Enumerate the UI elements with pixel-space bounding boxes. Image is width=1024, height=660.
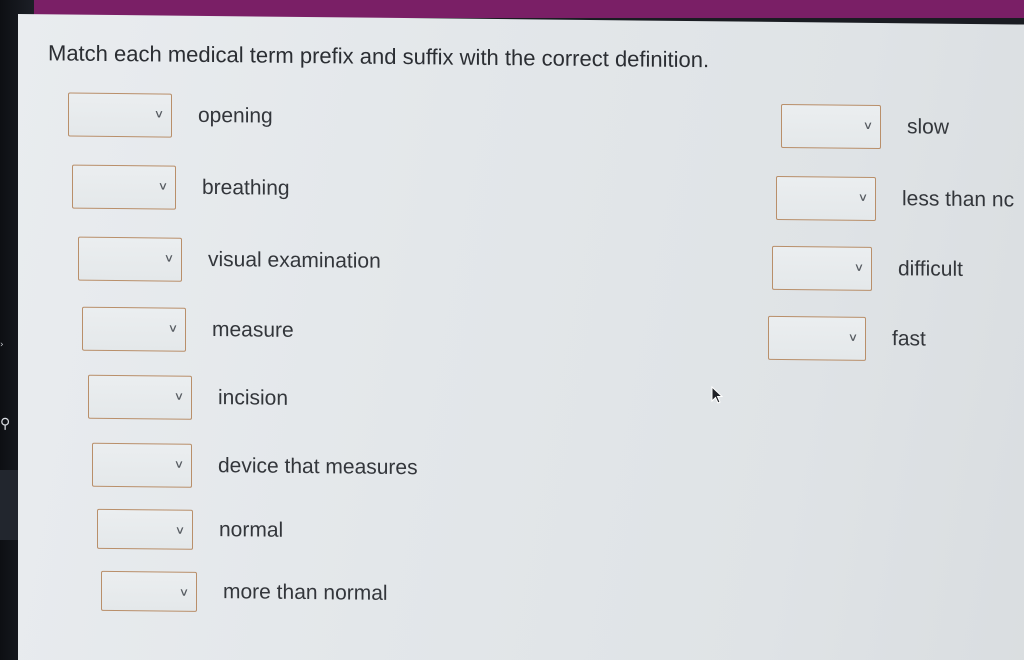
chevron-down-icon: ∨: [862, 118, 874, 132]
definition-label: visual examination: [208, 247, 381, 273]
chevron-down-icon: ∨: [163, 251, 175, 265]
match-row-left-4: ∨ measure: [82, 306, 294, 353]
definition-label: incision: [218, 386, 289, 410]
match-select-right-4[interactable]: ∨: [768, 315, 866, 361]
chevron-down-icon: ∨: [853, 260, 865, 274]
match-select-left-5[interactable]: ∨: [88, 374, 192, 420]
match-row-left-1: ∨ opening: [68, 92, 273, 139]
match-row-right-3: ∨ difficult: [772, 245, 963, 292]
match-row-left-5: ∨ incision: [88, 374, 289, 421]
definition-label: measure: [212, 318, 294, 342]
match-select-left-3[interactable]: ∨: [78, 236, 182, 282]
chevron-down-icon: ∨: [153, 107, 165, 121]
definition-label: fast: [892, 327, 926, 351]
match-row-left-2: ∨ breathing: [72, 164, 290, 211]
chevron-down-icon: ∨: [174, 523, 186, 537]
definition-label: opening: [198, 103, 273, 128]
match-row-right-4: ∨ fast: [768, 315, 926, 362]
match-row-left-8: ∨ more than normal: [101, 569, 388, 616]
chevron-down-icon: ∨: [157, 179, 169, 193]
chevron-down-icon: ∨: [173, 457, 185, 471]
match-select-left-4[interactable]: ∨: [82, 306, 186, 352]
chevron-down-icon: ∨: [857, 190, 869, 204]
side-key-icon: ⚲: [0, 416, 11, 432]
match-select-right-3[interactable]: ∨: [772, 245, 872, 291]
screen: › ⚲ Match each medical term prefix and s…: [0, 0, 1024, 660]
match-row-left-3: ∨ visual examination: [78, 236, 381, 284]
question-page: Match each medical term prefix and suffi…: [18, 14, 1024, 660]
definition-label: breathing: [202, 175, 290, 200]
definition-label: more than normal: [223, 580, 388, 605]
chevron-down-icon: ∨: [178, 585, 190, 599]
match-row-left-7: ∨ normal: [97, 507, 283, 553]
match-row-left-6: ∨ device that measures: [92, 442, 418, 490]
chevron-down-icon: ∨: [167, 321, 179, 335]
mouse-pointer-icon: [711, 386, 724, 404]
match-select-right-1[interactable]: ∨: [781, 103, 881, 150]
definition-label: difficult: [898, 257, 963, 281]
question-title: Match each medical term prefix and suffi…: [48, 40, 710, 73]
match-select-right-2[interactable]: ∨: [776, 175, 876, 221]
match-select-left-2[interactable]: ∨: [72, 164, 176, 210]
match-select-left-7[interactable]: ∨: [97, 508, 193, 550]
definition-label: less than nc: [902, 187, 1015, 212]
definition-label: slow: [907, 115, 950, 139]
definition-label: normal: [219, 518, 284, 542]
chevron-down-icon: ∨: [173, 389, 185, 403]
side-arrow-icon: ›: [0, 340, 4, 350]
match-select-left-6[interactable]: ∨: [92, 442, 192, 488]
match-row-right-2: ∨ less than nc: [776, 175, 1015, 222]
definition-label: device that measures: [218, 454, 418, 480]
match-select-left-1[interactable]: ∨: [68, 92, 172, 138]
chevron-down-icon: ∨: [847, 330, 859, 344]
match-select-left-8[interactable]: ∨: [101, 570, 197, 612]
match-row-right-1: ∨ slow: [781, 103, 950, 150]
